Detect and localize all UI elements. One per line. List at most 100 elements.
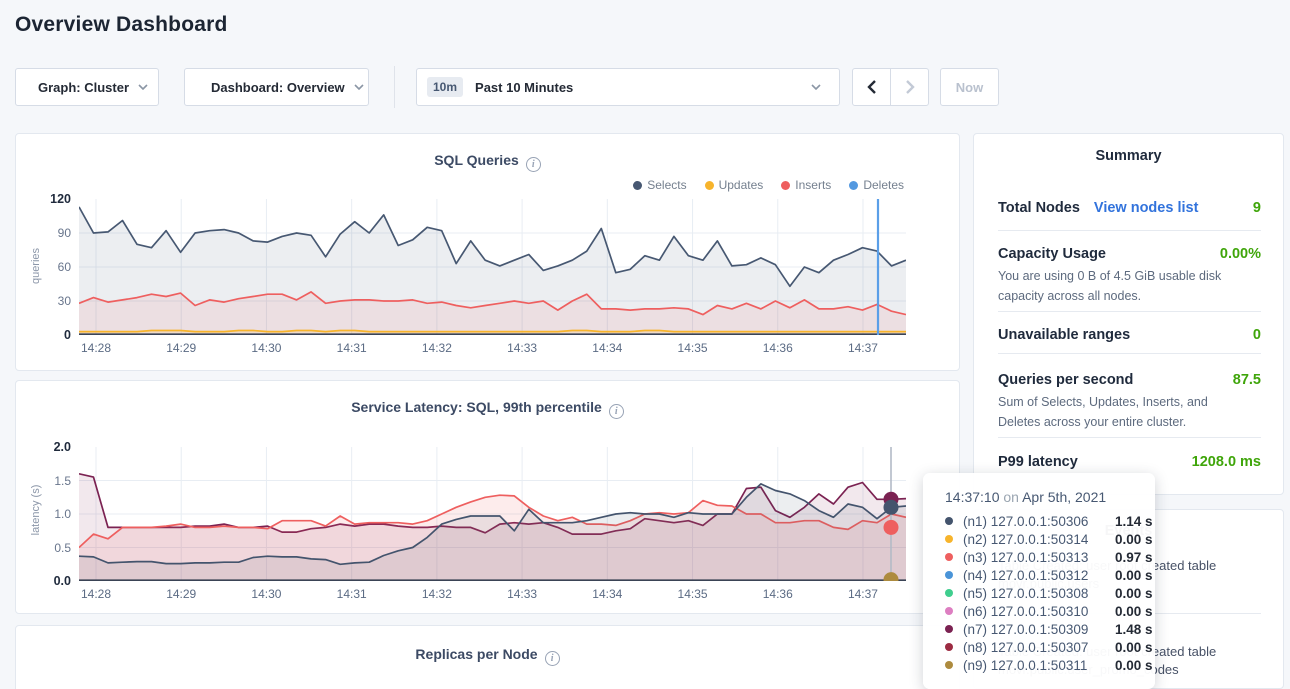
tooltip-node-row: (n4) 127.0.0.1:503120.00 s	[945, 566, 1155, 584]
toolbar-divider	[394, 66, 395, 108]
p99-latency-value: 1208.0 ms	[1192, 454, 1261, 470]
x-axis-tick: 14:29	[156, 587, 206, 601]
x-axis-tick: 14:33	[497, 587, 547, 601]
sql-queries-title: SQL Queries i	[16, 152, 959, 172]
now-button-label: Now	[956, 80, 983, 95]
tooltip-node-value: 0.00 s	[1115, 604, 1153, 619]
legend-label: Deletes	[863, 178, 904, 192]
service-latency-plot[interactable]	[79, 447, 906, 581]
x-axis-tick: 14:37	[838, 341, 888, 355]
sql-queries-plot[interactable]	[79, 199, 906, 335]
tooltip-node-address: (n8) 127.0.0.1:50307	[963, 640, 1115, 655]
x-axis-tick: 14:29	[156, 341, 206, 355]
y-axis-tick: 0	[25, 328, 71, 342]
chevron-down-icon	[354, 84, 364, 90]
node-color-dot	[945, 517, 953, 525]
legend-label: Inserts	[795, 178, 831, 192]
node-color-dot	[945, 607, 953, 615]
summary-row-capacity: Capacity Usage 0.00%	[998, 246, 1261, 262]
tooltip-node-address: (n3) 127.0.0.1:50313	[963, 550, 1115, 565]
tooltip-node-address: (n9) 127.0.0.1:50311	[963, 658, 1115, 673]
time-range-badge: 10m	[427, 77, 463, 97]
sql-queries-title-text: SQL Queries	[434, 152, 519, 168]
service-latency-panel: Service Latency: SQL, 99th percentile i 2…	[15, 380, 960, 614]
node-color-dot	[945, 535, 953, 543]
summary-row-p99: P99 latency 1208.0 ms	[998, 454, 1261, 470]
qps-label: Queries per second	[998, 372, 1133, 388]
node-color-dot	[945, 553, 953, 561]
capacity-usage-description: You are using 0 B of 4.5 GiB usable disk…	[998, 266, 1253, 307]
divider	[998, 230, 1261, 231]
capacity-usage-value: 0.00%	[1220, 246, 1261, 262]
x-axis-tick: 14:34	[582, 341, 632, 355]
legend-dot	[781, 181, 790, 190]
divider	[998, 353, 1261, 354]
summary-row-qps: Queries per second 87.5	[998, 372, 1261, 388]
legend-dot	[705, 181, 714, 190]
x-axis-tick: 14:36	[753, 587, 803, 601]
info-icon[interactable]: i	[526, 157, 541, 172]
x-axis-tick: 14:32	[412, 587, 462, 601]
service-latency-title-text: Service Latency: SQL, 99th percentile	[351, 399, 602, 415]
time-step-buttons	[852, 68, 929, 106]
legend-label: Updates	[719, 178, 764, 192]
summary-heading: Summary	[974, 148, 1283, 164]
tooltip-date: Apr 5th, 2021	[1022, 489, 1106, 505]
node-color-dot	[945, 643, 953, 651]
tooltip-node-row: (n6) 127.0.0.1:503100.00 s	[945, 602, 1155, 620]
unavailable-ranges-value: 0	[1253, 327, 1261, 343]
dashboard-dropdown[interactable]: Dashboard: Overview	[184, 68, 369, 106]
legend-item-inserts[interactable]: Inserts	[781, 178, 831, 192]
next-time-button[interactable]	[890, 69, 928, 105]
page-title: Overview Dashboard	[15, 13, 228, 37]
tooltip-node-row: (n1) 127.0.0.1:503061.14 s	[945, 512, 1155, 530]
tooltip-timestamp: 14:37:10 on Apr 5th, 2021	[945, 489, 1155, 505]
x-axis-tick: 14:30	[241, 587, 291, 601]
time-range-selector[interactable]: 10m Past 10 Minutes	[416, 68, 840, 106]
y-axis-tick: 0.0	[25, 574, 71, 588]
x-axis-tick: 14:31	[327, 341, 377, 355]
legend-item-deletes[interactable]: Deletes	[849, 178, 904, 192]
node-color-dot	[945, 625, 953, 633]
divider	[998, 437, 1261, 438]
tooltip-node-row: (n3) 127.0.0.1:503130.97 s	[945, 548, 1155, 566]
y-axis-tick: 2.0	[25, 440, 71, 454]
x-axis-tick: 14:30	[241, 341, 291, 355]
legend-item-updates[interactable]: Updates	[705, 178, 764, 192]
dashboard-dropdown-label: Dashboard: Overview	[211, 80, 345, 95]
replicas-per-node-panel: Replicas per Node i	[15, 625, 960, 689]
x-axis-tick: 14:34	[582, 587, 632, 601]
y-axis-tick: 120	[25, 192, 71, 206]
tooltip-node-address: (n4) 127.0.0.1:50312	[963, 568, 1115, 583]
summary-row-total-nodes: Total Nodes View nodes list 9	[998, 200, 1261, 216]
tooltip-node-address: (n2) 127.0.0.1:50314	[963, 532, 1115, 547]
x-axis-tick: 14:37	[838, 587, 888, 601]
tooltip-on: on	[1003, 489, 1019, 505]
legend-item-selects[interactable]: Selects	[633, 178, 686, 192]
chevron-down-icon	[811, 84, 821, 90]
sql-y-axis-label: queries	[30, 236, 42, 296]
tooltip-node-row: (n8) 127.0.0.1:503070.00 s	[945, 638, 1155, 656]
graph-dropdown[interactable]: Graph: Cluster	[15, 68, 159, 106]
graph-dropdown-label: Graph: Cluster	[38, 80, 129, 95]
now-button[interactable]: Now	[940, 68, 999, 106]
service-latency-title: Service Latency: SQL, 99th percentile i	[16, 399, 959, 419]
time-range-label: Past 10 Minutes	[475, 80, 573, 95]
replicas-title-text: Replicas per Node	[415, 646, 537, 662]
tooltip-node-value: 1.48 s	[1115, 622, 1153, 637]
tooltip-node-row: (n9) 127.0.0.1:503110.00 s	[945, 656, 1155, 674]
tooltip-node-row: (n7) 127.0.0.1:503091.48 s	[945, 620, 1155, 638]
view-nodes-list-link[interactable]: View nodes list	[1094, 200, 1199, 216]
tooltip-node-value: 1.14 s	[1115, 514, 1153, 529]
unavailable-ranges-label: Unavailable ranges	[998, 327, 1130, 343]
tooltip-node-value: 0.00 s	[1115, 640, 1153, 655]
node-color-dot	[945, 571, 953, 579]
x-axis-tick: 14:33	[497, 341, 547, 355]
sql-queries-panel: SQL Queries i Selects Updates Inserts Delete…	[15, 133, 960, 371]
info-icon[interactable]: i	[545, 651, 560, 666]
x-axis-tick: 14:28	[71, 341, 121, 355]
qps-value: 87.5	[1233, 372, 1261, 388]
info-icon[interactable]: i	[609, 404, 624, 419]
prev-time-button[interactable]	[853, 69, 890, 105]
tooltip-node-address: (n1) 127.0.0.1:50306	[963, 514, 1115, 529]
